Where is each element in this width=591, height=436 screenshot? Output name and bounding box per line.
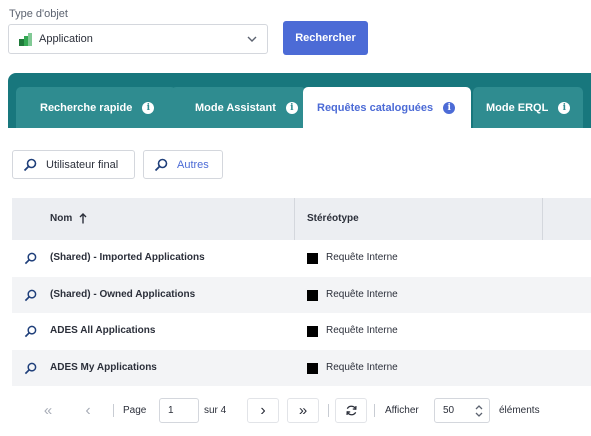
row-name: (Shared) - Owned Applications (50, 288, 196, 300)
table-header: Nom Stéréotype (12, 198, 591, 240)
type-label: Type d'objet (9, 8, 68, 20)
next-page-button[interactable]: › (247, 398, 279, 423)
tab-bar: Recherche rapide i Mode Assistant i Requ… (8, 73, 591, 128)
items-label: éléments (499, 405, 540, 416)
tab-label: Mode Assistant (195, 101, 276, 114)
filter-label: Autres (177, 158, 209, 171)
stereotype-color-swatch (307, 326, 318, 337)
tab-erql-mode[interactable]: Mode ERQL i (473, 87, 583, 128)
column-label: Nom (50, 213, 73, 224)
info-icon[interactable]: i (142, 101, 155, 114)
row-stereotype: Requête Interne (326, 252, 398, 263)
row-name: ADES All Applications (50, 325, 156, 336)
page-input[interactable]: 1 (159, 398, 199, 423)
info-icon[interactable]: i (558, 101, 571, 114)
last-page-button[interactable]: » (287, 398, 319, 423)
first-page-button[interactable]: « (38, 398, 58, 423)
filter-others-button[interactable]: Autres (143, 150, 223, 179)
pagination: « ‹ Page 1 sur 4 › » Afficher 50 élément… (12, 388, 591, 436)
show-label: Afficher (385, 405, 419, 416)
page-size-stepper[interactable]: 50 (434, 398, 490, 423)
table-row[interactable]: ADES All Applications Requête Interne (12, 313, 591, 350)
page-count-label: sur 4 (204, 405, 227, 416)
stereotype-color-swatch (307, 289, 318, 301)
column-header-stereotype[interactable]: Stéréotype (307, 213, 359, 224)
search-icon[interactable] (24, 289, 37, 302)
divider (328, 404, 329, 417)
page-label: Page (123, 405, 147, 416)
results-table: Nom Stéréotype (Shared) - Imported Appli… (12, 198, 591, 386)
refresh-icon (345, 405, 357, 416)
object-type-value: Application (39, 33, 93, 45)
tab-label: Requêtes cataloguées (317, 101, 434, 114)
column-divider[interactable] (294, 198, 295, 240)
row-stereotype: Requête Interne (326, 361, 398, 373)
info-icon[interactable]: i (443, 101, 456, 114)
object-type-select[interactable]: Application (8, 24, 268, 54)
previous-page-button[interactable]: ‹ (78, 398, 98, 423)
search-icon[interactable] (24, 252, 37, 265)
refresh-button[interactable] (335, 398, 367, 423)
table-row[interactable]: (Shared) - Owned Applications Requête In… (12, 276, 591, 313)
arrow-up-icon (79, 213, 87, 224)
table-row[interactable]: (Shared) - Imported Applications Requête… (12, 240, 591, 277)
filter-end-user-button[interactable]: Utilisateur final (12, 150, 135, 179)
row-name: (Shared) - Imported Applications (50, 252, 205, 263)
info-icon[interactable]: i (285, 101, 298, 114)
search-button[interactable]: Rechercher (283, 21, 368, 55)
row-stereotype: Requête Interne (326, 288, 398, 300)
table-row[interactable]: ADES My Applications Requête Interne (12, 349, 591, 386)
search-icon (154, 158, 168, 171)
page-size-value: 50 (443, 405, 455, 416)
chevron-down-icon (247, 36, 257, 42)
row-name: ADES My Applications (50, 361, 157, 373)
search-icon[interactable] (24, 325, 37, 338)
stereotype-color-swatch (307, 362, 318, 374)
column-header-name[interactable]: Nom (50, 213, 88, 224)
divider (113, 404, 114, 417)
tab-quick-search[interactable]: Recherche rapide i (16, 87, 176, 128)
divider (374, 404, 375, 417)
search-icon[interactable] (24, 362, 37, 375)
application-icon (19, 32, 32, 46)
row-stereotype: Requête Interne (326, 325, 398, 336)
column-divider[interactable] (542, 198, 543, 240)
search-icon (23, 158, 37, 171)
filter-label: Utilisateur final (46, 158, 119, 171)
tab-label: Recherche rapide (40, 101, 133, 114)
stereotype-color-swatch (307, 253, 318, 264)
tab-label: Mode ERQL (486, 101, 549, 114)
up-down-arrows-icon[interactable] (475, 404, 483, 418)
tab-assistant-mode[interactable]: Mode Assistant i (171, 87, 306, 128)
tab-catalogued-queries[interactable]: Requêtes cataloguées i (303, 87, 471, 128)
